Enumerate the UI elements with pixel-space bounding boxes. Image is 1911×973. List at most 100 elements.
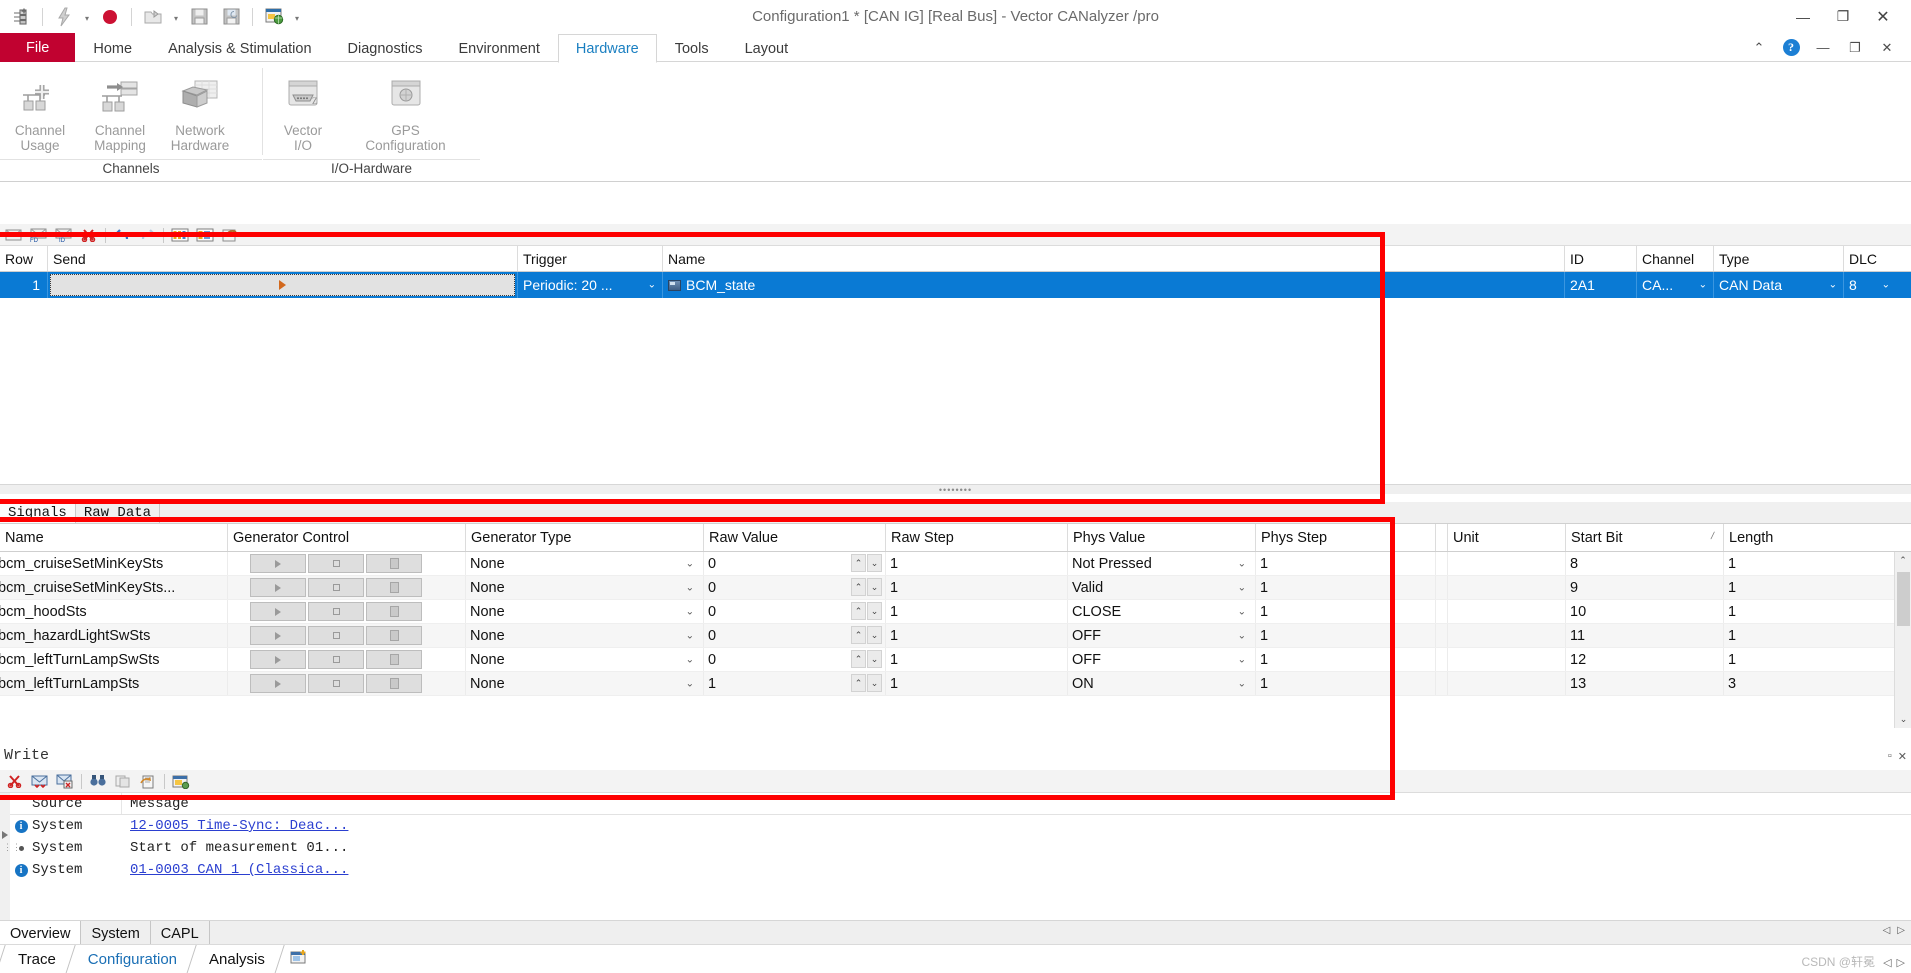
new-message-id-icon[interactable]: ID [52, 225, 76, 245]
add-window-button[interactable] [274, 944, 324, 973]
cell-dlc[interactable]: 8 ⌄ [1844, 272, 1892, 298]
generator-config-button[interactable] [366, 650, 422, 669]
show-columns-icon[interactable] [168, 225, 192, 245]
chevron-down-icon[interactable]: ⌄ [686, 630, 694, 641]
generator-start-button[interactable] [250, 602, 306, 621]
signal-cell-generator-type[interactable]: None ⌄ [466, 600, 704, 623]
signal-cell-phys-value[interactable]: CLOSE ⌄ [1068, 600, 1256, 623]
generator-stop-button[interactable] [308, 554, 364, 573]
signal-cell-generator-control[interactable] [228, 576, 466, 599]
signal-cell-raw-step[interactable]: 1 [886, 552, 1068, 575]
redo-icon[interactable] [135, 225, 159, 245]
signal-cell-unit[interactable] [1448, 672, 1566, 695]
generator-start-button[interactable] [250, 650, 306, 669]
clear-write-icon[interactable] [3, 771, 27, 791]
raw-value-stepper[interactable]: ⌃ ⌄ [851, 602, 882, 620]
signal-cell-generator-control[interactable] [228, 552, 466, 575]
export-icon[interactable] [136, 771, 160, 791]
raw-value-stepper[interactable]: ⌃ ⌄ [851, 554, 882, 572]
write-log-row[interactable]: i System 01-0003 CAN 1 (Classica... [0, 859, 1911, 881]
import-icon[interactable] [218, 225, 242, 245]
generator-config-button[interactable] [366, 578, 422, 597]
signal-row[interactable]: bcm_hazardLightSwSts None ⌄ 0 ⌃ ⌄ 1 OFF ⌄ 1 11 1 [0, 624, 1911, 648]
window-minimize-button[interactable]: — [1783, 2, 1823, 32]
chevron-down-icon[interactable]: ⌄ [648, 280, 656, 291]
signal-cell-unit[interactable] [1448, 600, 1566, 623]
signal-cell-raw-step[interactable]: 1 [886, 672, 1068, 695]
undo-icon[interactable] [110, 225, 134, 245]
new-fd-message-icon[interactable]: FD [27, 225, 51, 245]
stepper-up-icon[interactable]: ⌃ [851, 626, 866, 644]
sig-col-header-name[interactable]: Name [0, 524, 228, 551]
signal-cell-raw-value[interactable]: 0 ⌃ ⌄ [704, 600, 886, 623]
channel-usage-button[interactable]: Channel Usage [0, 70, 80, 153]
tab-diagnostics[interactable]: Diagnostics [330, 34, 441, 62]
chevron-down-icon[interactable]: ⌄ [686, 678, 694, 689]
cell-channel[interactable]: CA... ⌄ [1637, 272, 1714, 298]
generator-stop-button[interactable] [308, 674, 364, 693]
sig-col-header-phys-step[interactable]: Phys Step [1256, 524, 1436, 551]
help-button[interactable]: ? [1775, 34, 1807, 61]
chevron-down-icon[interactable]: ⌄ [1829, 280, 1837, 291]
window-restore-button[interactable]: ❐ [1823, 2, 1863, 32]
signal-cell-unit[interactable] [1448, 576, 1566, 599]
raw-value-stepper[interactable]: ⌃ ⌄ [851, 674, 882, 692]
signal-cell-generator-type[interactable]: None ⌄ [466, 576, 704, 599]
tab-file[interactable]: File [0, 33, 76, 62]
generator-config-button[interactable] [366, 602, 422, 621]
new-message-icon[interactable] [2, 225, 26, 245]
write-cell-message[interactable]: 12-0005 Time-Sync: Deac... [122, 818, 1322, 834]
signal-cell-length[interactable]: 1 [1724, 624, 1884, 647]
signal-cell-generator-type[interactable]: None ⌄ [466, 552, 704, 575]
signal-cell-unit[interactable] [1448, 624, 1566, 647]
raw-value-stepper[interactable]: ⌃ ⌄ [851, 650, 882, 668]
stepper-down-icon[interactable]: ⌄ [867, 578, 882, 596]
col-header-trigger[interactable]: Trigger [518, 246, 663, 271]
doc-minimize-button[interactable]: — [1807, 34, 1839, 61]
auto-scroll-icon[interactable] [28, 771, 52, 791]
col-header-name[interactable]: Name [663, 246, 1565, 271]
signal-cell-start-bit[interactable]: 8 [1566, 552, 1724, 575]
signal-cell-start-bit[interactable]: 11 [1566, 624, 1724, 647]
sig-col-header-generator-control[interactable]: Generator Control [228, 524, 466, 551]
write-log-row[interactable]: System Start of measurement 01... [0, 837, 1911, 859]
chevron-down-icon[interactable]: ⌄ [1238, 558, 1246, 569]
bottom-nav-right-icon[interactable]: ▷ [1897, 956, 1905, 969]
raw-value-stepper[interactable]: ⌃ ⌄ [851, 578, 882, 596]
tab-raw-data[interactable]: Raw Data [75, 504, 161, 523]
stepper-down-icon[interactable]: ⌄ [867, 674, 882, 692]
sig-col-header-start-bit[interactable]: Start Bit / [1566, 524, 1724, 551]
col-header-send[interactable]: Send [48, 246, 518, 271]
generator-stop-button[interactable] [308, 578, 364, 597]
save-log-icon[interactable] [53, 771, 77, 791]
generator-start-button[interactable] [250, 674, 306, 693]
signal-cell-phys-step[interactable]: 1 [1256, 672, 1436, 695]
sig-col-header-generator-type[interactable]: Generator Type [466, 524, 704, 551]
tab-configuration[interactable]: Configuration [65, 944, 196, 973]
tab-hardware[interactable]: Hardware [557, 34, 657, 63]
message-grid-empty-area[interactable] [0, 298, 1911, 493]
chevron-down-icon[interactable]: ⌄ [686, 654, 694, 665]
signal-cell-raw-value[interactable]: 1 ⌃ ⌄ [704, 672, 886, 695]
tab-signals[interactable]: Signals [0, 504, 76, 523]
signal-cell-phys-value[interactable]: OFF ⌄ [1068, 624, 1256, 647]
generator-config-button[interactable] [366, 674, 422, 693]
signal-cell-phys-value[interactable]: Not Pressed ⌄ [1068, 552, 1256, 575]
signal-cell-unit[interactable] [1448, 648, 1566, 671]
chevron-down-icon[interactable]: ⌄ [686, 558, 694, 569]
signal-cell-raw-value[interactable]: 0 ⌃ ⌄ [704, 624, 886, 647]
vector-io-button[interactable]: Z Vector I/O [263, 70, 343, 153]
signal-cell-phys-step[interactable]: 1 [1256, 648, 1436, 671]
chevron-up-icon[interactable]: ⌃ [1743, 34, 1775, 61]
doc-close-button[interactable]: ✕ [1871, 34, 1903, 61]
signal-cell-raw-value[interactable]: 0 ⌃ ⌄ [704, 648, 886, 671]
generator-start-button[interactable] [250, 554, 306, 573]
signal-cell-phys-step[interactable]: 1 [1256, 600, 1436, 623]
col-header-dlc[interactable]: DLC [1844, 246, 1892, 271]
signal-row[interactable]: bcm_cruiseSetMinKeySts... None ⌄ 0 ⌃ ⌄ 1 Valid ⌄… [0, 576, 1911, 600]
signal-row[interactable]: bcm_leftTurnLampSts None ⌄ 1 ⌃ ⌄ 1 ON ⌄ 1 13 3 [0, 672, 1911, 696]
send-button[interactable] [50, 274, 515, 296]
generator-stop-button[interactable] [308, 650, 364, 669]
signal-cell-phys-step[interactable]: 1 [1256, 552, 1436, 575]
network-hardware-button[interactable]: Network Hardware [160, 70, 240, 153]
